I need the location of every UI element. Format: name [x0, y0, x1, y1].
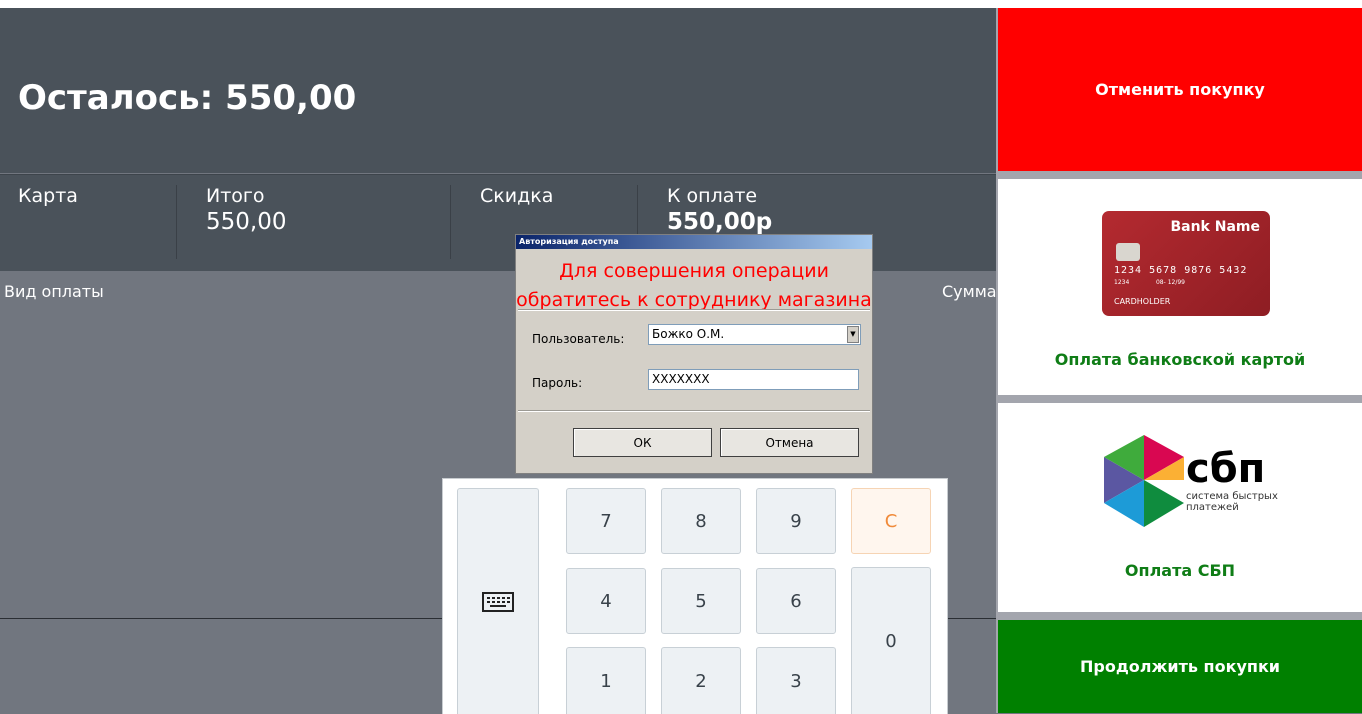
- key-0[interactable]: 0: [851, 567, 931, 714]
- card-small-text: 1234 08- 12/99: [1114, 279, 1185, 286]
- key-8[interactable]: 8: [661, 488, 741, 554]
- card-valid: 08- 12/99: [1155, 279, 1185, 286]
- key-7[interactable]: 7: [566, 488, 646, 554]
- user-label: Пользователь:: [532, 332, 625, 346]
- bank-card-icon: Bank Name 1234 5678 9876 5432 1234 08- 1…: [1102, 211, 1270, 316]
- total-label: Итого: [206, 185, 265, 207]
- card-label: Карта: [18, 185, 78, 207]
- pay-card-button[interactable]: Bank Name 1234 5678 9876 5432 1234 08- 1…: [998, 179, 1362, 395]
- dialog-cancel-button[interactable]: Отмена: [720, 428, 859, 457]
- dialog-title: Авторизация доступа: [516, 235, 872, 249]
- chevron-down-icon[interactable]: ▼: [847, 326, 859, 343]
- top-bar: [0, 0, 1362, 8]
- numeric-keypad: 7 8 9 C 4 5 6 0 1 2 3: [442, 478, 948, 714]
- key-4[interactable]: 4: [566, 568, 646, 634]
- dialog-divider: [518, 309, 870, 311]
- sbp-subtitle-line2: платежей: [1186, 502, 1239, 513]
- action-panel: Отменить покупку Bank Name 1234 5678 987…: [996, 8, 1362, 713]
- card-cell: Карта: [18, 185, 78, 207]
- to-pay-value: 550,00р: [667, 209, 773, 235]
- card-number: 1234 5678 9876 5432: [1114, 265, 1248, 276]
- payment-type-header: Вид оплаты: [4, 282, 104, 301]
- dialog-message-line1: Для совершения операции: [559, 260, 829, 282]
- dialog-divider: [518, 410, 870, 412]
- password-label: Пароль:: [532, 376, 583, 390]
- bank-name: Bank Name: [1170, 219, 1260, 235]
- remaining-label: Осталось: 550,00: [18, 78, 357, 118]
- discount-cell: Скидка: [480, 185, 553, 207]
- pay-sbp-button[interactable]: сбп система быстрых платежей Оплата СБП: [998, 403, 1362, 612]
- dialog-message: Для совершения операции обратитесь к сот…: [516, 257, 872, 315]
- key-6[interactable]: 6: [756, 568, 836, 634]
- user-select-value: Божко О.М.: [652, 327, 725, 341]
- total-cell: Итого 550,00: [206, 185, 286, 235]
- sbp-subtitle-line1: система быстрых: [1186, 491, 1278, 502]
- key-5[interactable]: 5: [661, 568, 741, 634]
- key-clear[interactable]: C: [851, 488, 931, 554]
- continue-shopping-button[interactable]: Продолжить покупки: [998, 620, 1362, 713]
- pay-sbp-label: Оплата СБП: [1124, 561, 1236, 580]
- key-2[interactable]: 2: [661, 647, 741, 714]
- sbp-logo-icon: [1104, 435, 1184, 527]
- key-1[interactable]: 1: [566, 647, 646, 714]
- password-field[interactable]: XXXXXXX: [648, 369, 859, 390]
- to-pay-cell: К оплате 550,00р: [667, 185, 772, 235]
- user-select[interactable]: Божко О.М. ▼: [648, 324, 861, 345]
- key-9[interactable]: 9: [756, 488, 836, 554]
- sbp-wordmark: сбп: [1186, 446, 1266, 492]
- discount-label: Скидка: [480, 185, 554, 207]
- sbp-subtitle: система быстрых платежей: [1186, 491, 1278, 513]
- keyboard-toggle-button[interactable]: [457, 488, 539, 714]
- card-chip-icon: [1116, 243, 1140, 261]
- card-small-number: 1234: [1114, 279, 1130, 286]
- to-pay-label: К оплате: [667, 185, 758, 207]
- divider: [176, 185, 177, 259]
- keyboard-icon: [482, 591, 514, 612]
- card-holder: CARDHOLDER: [1114, 297, 1171, 306]
- remaining-panel: Осталось: 550,00: [0, 8, 996, 173]
- ok-button[interactable]: ОК: [573, 428, 712, 457]
- key-3[interactable]: 3: [756, 647, 836, 714]
- cancel-purchase-button[interactable]: Отменить покупку: [998, 8, 1362, 171]
- auth-dialog: Авторизация доступа Для совершения опера…: [515, 234, 873, 474]
- divider: [450, 185, 451, 259]
- total-value: 550,00: [206, 209, 287, 235]
- amount-header: Сумма: [942, 282, 997, 301]
- pay-card-label: Оплата банковской картой: [1054, 350, 1306, 369]
